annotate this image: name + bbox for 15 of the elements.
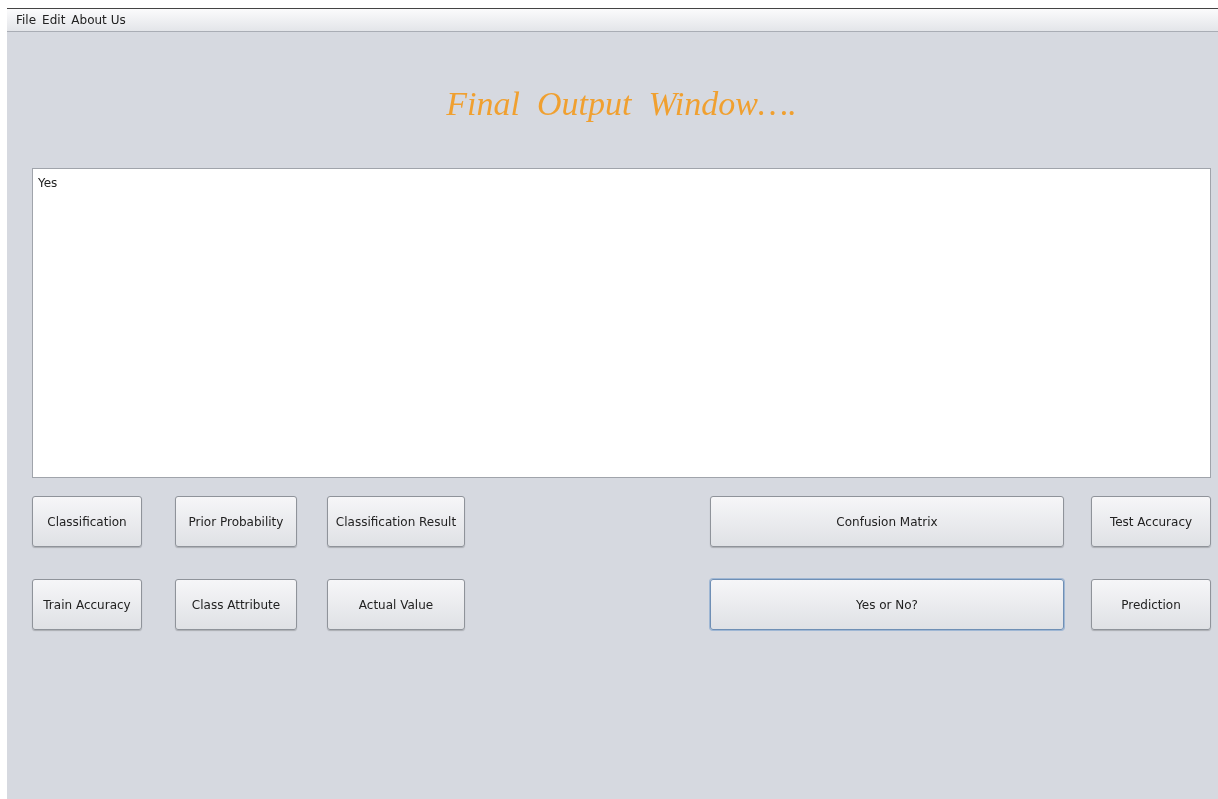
action-button[interactable]: Classification Result (327, 496, 465, 547)
action-button[interactable]: Train Accuracy (32, 579, 142, 630)
action-button[interactable]: Actual Value (327, 579, 465, 630)
action-button[interactable]: Class Attribute (175, 579, 297, 630)
menu-item[interactable]: About Us (71, 13, 126, 27)
window-title: Final Output Window…. (445, 84, 798, 124)
action-button[interactable]: Confusion Matrix (710, 496, 1064, 547)
menu-item[interactable]: Edit (42, 13, 66, 27)
action-button[interactable]: Test Accuracy (1091, 496, 1211, 547)
menu-item[interactable]: File (16, 13, 37, 27)
action-button[interactable]: Prediction (1091, 579, 1211, 630)
action-button[interactable]: Classification (32, 496, 142, 547)
action-button[interactable]: Yes or No? (710, 579, 1064, 630)
output-text-area[interactable]: Yes (32, 168, 1211, 478)
action-button[interactable]: Prior Probability (175, 496, 297, 547)
